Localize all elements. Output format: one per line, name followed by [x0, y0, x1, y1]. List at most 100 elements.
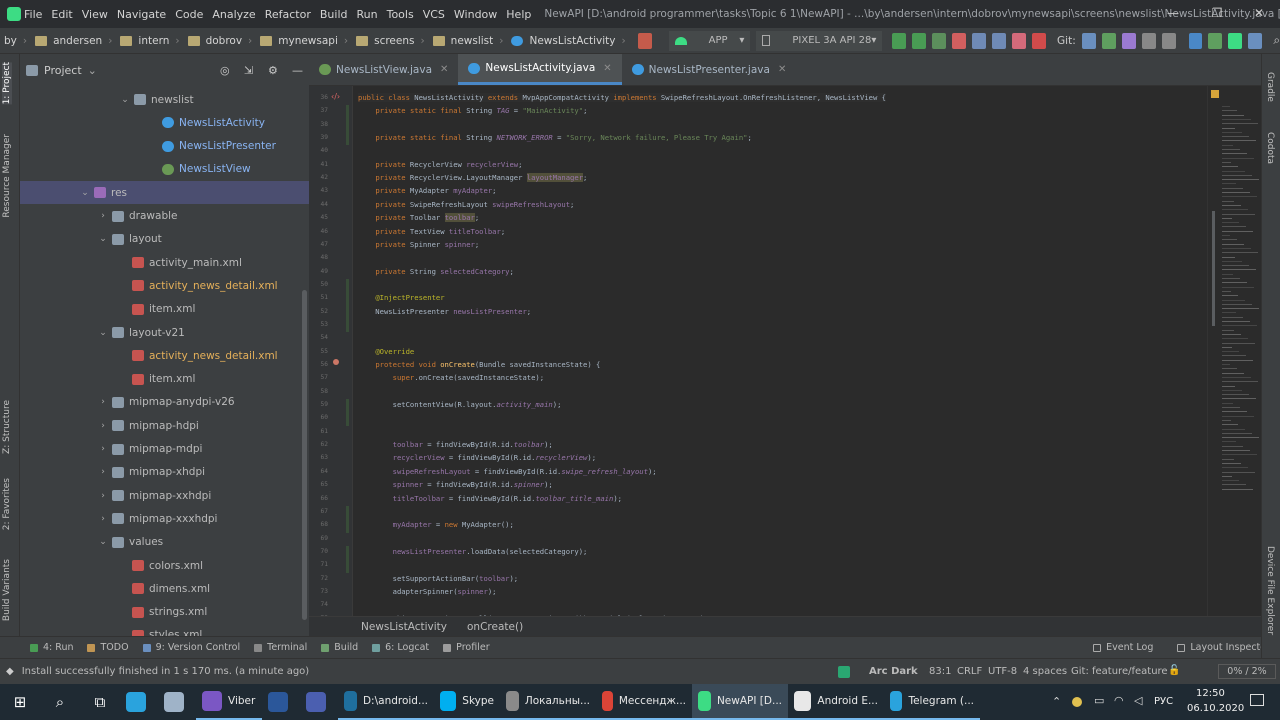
device-file-explorer-tab[interactable]: Device File Explorer: [1265, 546, 1275, 635]
git-history-icon[interactable]: [1141, 32, 1156, 49]
taskbar-save-app[interactable]: [300, 684, 338, 720]
code-line[interactable]: spinner = findViewById(R.id.spinner);: [358, 480, 553, 489]
taskbar-telegram[interactable]: [120, 684, 158, 720]
stop-icon[interactable]: [1032, 32, 1047, 49]
settings-icon[interactable]: ⚙: [268, 64, 278, 77]
tree-item[interactable]: › mipmap-hdpi: [20, 414, 309, 437]
menu-navigate[interactable]: Navigate: [117, 8, 166, 21]
taskbar-android-studio[interactable]: NewAPI [D...: [692, 684, 788, 720]
menu-edit[interactable]: Edit: [51, 8, 72, 21]
vcs-change-marker[interactable]: [346, 545, 349, 573]
layout-inspector-button[interactable]: Layout Inspector: [1177, 642, 1270, 653]
editor-tab[interactable]: NewsListPresenter.java ✕: [622, 54, 797, 85]
code-line[interactable]: titleToolbar = findViewById(R.id.toolbar…: [358, 494, 622, 503]
collapse-icon[interactable]: ⇲: [244, 64, 253, 77]
taskbar-chrome[interactable]: Мессендж...: [596, 684, 692, 720]
vcs-change-marker[interactable]: [346, 105, 349, 146]
vcs-change-marker[interactable]: [346, 399, 349, 426]
git-commit-icon[interactable]: [1101, 32, 1116, 49]
tree-item[interactable]: activity_news_detail.xml: [20, 344, 309, 367]
favorites-tab[interactable]: 2: Favorites: [2, 478, 12, 530]
code-line[interactable]: swipeRefreshLayout = findViewById(R.id.s…: [358, 467, 657, 476]
code-line[interactable]: private String selectedCategory;: [358, 267, 514, 276]
tree-item[interactable]: item.xml: [20, 298, 309, 321]
maximize-button[interactable]: ❐: [1196, 0, 1238, 28]
chevron-down-icon[interactable]: ⌄: [88, 64, 97, 77]
code-line[interactable]: private SwipeRefreshLayout swipeRefreshL…: [358, 200, 574, 209]
close-tab-icon[interactable]: ✕: [440, 64, 448, 75]
breadcrumb-item[interactable]: NewsListActivity ›: [503, 35, 626, 47]
menu-help[interactable]: Help: [506, 8, 531, 21]
menu-analyze[interactable]: Analyze: [212, 8, 255, 21]
clock-date[interactable]: 06.10.2020: [1187, 703, 1244, 714]
taskbar-notepad[interactable]: [158, 684, 196, 720]
taskbar-word[interactable]: [262, 684, 300, 720]
avd-manager-icon[interactable]: [1248, 32, 1263, 49]
project-tool-tab[interactable]: 1: Project: [2, 62, 12, 105]
git-rollback-icon[interactable]: [1161, 32, 1176, 49]
breadcrumb-item[interactable]: newslist ›: [425, 35, 503, 47]
code-line[interactable]: private TextView titleToolbar;: [358, 227, 505, 236]
notifications-icon[interactable]: [1250, 694, 1264, 706]
code-line[interactable]: newsListPresenter.loadData(selectedCateg…: [358, 547, 588, 556]
code-line[interactable]: private MyAdapter myAdapter;: [358, 186, 496, 195]
chevron-right-icon[interactable]: ›: [98, 467, 108, 477]
tool-window-todo[interactable]: TODO: [87, 642, 129, 653]
chevron-right-icon[interactable]: ›: [98, 421, 108, 431]
taskbar-search[interactable]: ⌕: [40, 684, 80, 720]
tree-item[interactable]: item.xml: [20, 368, 309, 391]
breadcrumb-item[interactable]: by ›: [0, 35, 27, 47]
chevron-right-icon[interactable]: ›: [98, 514, 108, 524]
tree-item[interactable]: ⌄ res: [20, 181, 309, 205]
code-minimap[interactable]: [1207, 86, 1261, 616]
editor-tab[interactable]: NewsListActivity.java ✕: [458, 54, 622, 85]
breadcrumb-item[interactable]: dobrov ›: [180, 35, 252, 47]
editor-tab[interactable]: NewsListView.java ✕: [309, 54, 458, 85]
chevron-right-icon[interactable]: ›: [98, 397, 108, 407]
run-config-selector[interactable]: APP ▾: [668, 30, 751, 51]
code-line[interactable]: @Override: [358, 347, 414, 356]
hide-panel-icon[interactable]: —: [292, 64, 303, 77]
git-push-icon[interactable]: [1121, 32, 1136, 49]
tree-item[interactable]: ⌄ layout: [20, 228, 309, 251]
minimize-button[interactable]: —: [1152, 0, 1194, 28]
tree-item[interactable]: ⌄ layout-v21: [20, 321, 309, 344]
breadcrumb-item[interactable]: screens ›: [348, 35, 425, 47]
theme-indicator[interactable]: Arc Dark: [869, 666, 918, 677]
tree-item[interactable]: ⌄ newslist: [20, 88, 309, 111]
code-line[interactable]: private RecyclerView recyclerView;: [358, 160, 522, 169]
gradle-tab[interactable]: Gradle: [1265, 72, 1275, 102]
tree-item[interactable]: NewsListView: [20, 158, 309, 181]
code-line[interactable]: protected void onCreate(Bundle savedInst…: [358, 360, 600, 369]
code-line[interactable]: NewsListPresenter newsListPresenter;: [358, 307, 531, 316]
code-line[interactable]: public class NewsListActivity extends Mv…: [358, 93, 886, 102]
chevron-right-icon[interactable]: ›: [98, 491, 108, 501]
breadcrumb-class[interactable]: NewsListActivity: [361, 621, 447, 633]
language-indicator[interactable]: РУС: [1154, 696, 1173, 707]
close-button[interactable]: ✕: [1238, 0, 1280, 28]
network-icon[interactable]: ▭: [1094, 694, 1104, 707]
chevron-right-icon[interactable]: ›: [98, 444, 108, 454]
tool-window-version-control[interactable]: 9: Version Control: [142, 642, 240, 653]
menu-refactor[interactable]: Refactor: [265, 8, 311, 21]
code-line[interactable]: @InjectPresenter: [358, 293, 444, 302]
menu-window[interactable]: Window: [454, 8, 497, 21]
vcs-change-marker[interactable]: [346, 292, 349, 333]
tray-chevron-icon[interactable]: ⌃: [1052, 695, 1061, 708]
chevron-down-icon[interactable]: ⌄: [98, 328, 108, 338]
resource-manager-tab[interactable]: Resource Manager: [2, 134, 12, 218]
menu-file[interactable]: File: [24, 8, 42, 21]
tray-app-icon[interactable]: [1072, 697, 1082, 707]
hammer-icon[interactable]: [637, 32, 652, 49]
code-line[interactable]: toolbar = findViewById(R.id.toolbar);: [358, 440, 553, 449]
terminal-icon[interactable]: [1208, 32, 1223, 49]
menu-tools[interactable]: Tools: [387, 8, 414, 21]
tree-item[interactable]: › mipmap-anydpi-v26: [20, 391, 309, 414]
code-line[interactable]: private Toolbar toolbar;: [358, 213, 479, 223]
memory-indicator[interactable]: 0% / 2%: [1218, 664, 1276, 679]
attach-debugger-icon[interactable]: [1012, 32, 1027, 49]
run-icon[interactable]: [892, 32, 907, 49]
code-line[interactable]: private Spinner spinner;: [358, 240, 479, 249]
menu-code[interactable]: Code: [175, 8, 203, 21]
code-line[interactable]: myAdapter = new MyAdapter();: [358, 520, 514, 529]
